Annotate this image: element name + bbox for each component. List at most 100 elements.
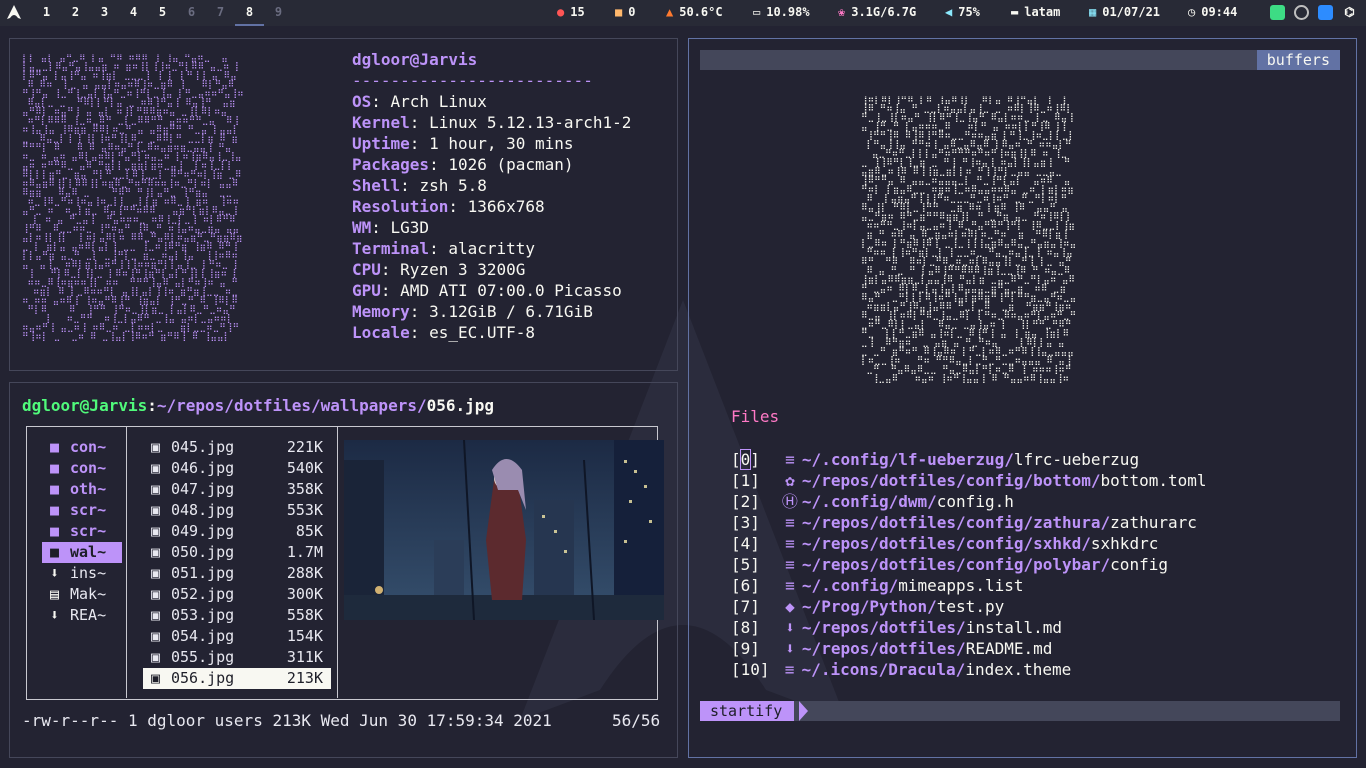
mru-item[interactable]: [6] ≡ ~/.config/mimeapps.list (731, 575, 1023, 596)
mru-path: ~/.config/dwm/ (801, 492, 937, 511)
lf-parent-item[interactable]: ▤ Mak~ (42, 584, 122, 605)
lf-file-row[interactable]: ▣ 053.jpg 558K (143, 605, 331, 626)
lf-parent-item[interactable]: ■ con~ (42, 458, 122, 479)
mru-filename: README.md (965, 639, 1053, 658)
neofetch-line: GPU: AMD ATI 07:00.0 Picasso (352, 281, 622, 300)
mru-path: ~/.config/lf-ueberzug/ (801, 450, 1014, 469)
workspace-6[interactable]: 6 (177, 5, 206, 19)
lf-parent-item[interactable]: ■ oth~ (42, 479, 122, 500)
neofetch-key: Locale (352, 323, 410, 342)
android-icon[interactable] (1270, 5, 1285, 20)
aur-count: 0 (628, 5, 636, 19)
lf-parent-item[interactable]: ■ scr~ (42, 500, 122, 521)
neofetch-user: dgloor@Jarvis (352, 50, 478, 69)
lf-file-row[interactable]: ▣ 046.jpg 540K (143, 458, 331, 479)
lf-parent-item[interactable]: ■ wal~ (42, 542, 122, 563)
workspace-3[interactable]: 3 (90, 5, 119, 19)
buffers-tab[interactable]: buffers (1256, 50, 1340, 70)
lf-parent-item[interactable]: ■ con~ (42, 437, 122, 458)
mru-item[interactable]: [7] ◆ ~/Prog/Python/test.py (731, 596, 1004, 617)
mru-index: 7 (740, 597, 751, 616)
lf-parent-name: scr~ (70, 522, 107, 540)
nvim-statusline: startify (700, 701, 1340, 721)
lf-file-row[interactable]: ▣ 047.jpg 358K (143, 479, 331, 500)
lf-file-size: 358K (286, 480, 323, 498)
lf-file-row[interactable]: ▣ 054.jpg 154K (143, 626, 331, 647)
clock-module[interactable]: ◷ 09:44 (1188, 5, 1237, 19)
lf-parent-item[interactable]: ⬇ REA~ (42, 605, 122, 626)
lf-file-row[interactable]: ▣ 056.jpg 213K (143, 668, 331, 689)
lf-parent-item[interactable]: ■ scr~ (42, 521, 122, 542)
workspace-4[interactable]: 4 (119, 5, 148, 19)
folder-icon: ■ (50, 438, 60, 456)
lf-file-row[interactable]: ▣ 052.jpg 300K (143, 584, 331, 605)
mru-bracket-close: ] (750, 471, 760, 490)
mru-item[interactable]: [3] ≡ ~/repos/dotfiles/config/zathura/zath… (731, 512, 1197, 533)
lf-file-row[interactable]: ▣ 055.jpg 311K (143, 647, 331, 668)
neofetch-colon: : (429, 239, 449, 258)
updates-module[interactable]: ● 15 (557, 5, 585, 19)
mru-item[interactable]: [4] ≡ ~/repos/dotfiles/config/sxhkd/sxhkdr… (731, 533, 1158, 554)
mru-item[interactable]: [1] ✿ ~/repos/dotfiles/config/bottom/botto… (731, 470, 1207, 491)
workspace-2[interactable]: 2 (61, 5, 90, 19)
keyboard-layout: latam (1024, 5, 1061, 19)
date-module[interactable]: ▦ 01/07/21 (1089, 5, 1160, 19)
neofetch-colon: : (409, 113, 430, 132)
workspace-8[interactable]: 8 (235, 5, 264, 26)
workspace-1[interactable]: 1 (32, 5, 61, 19)
zoom-icon[interactable] (1318, 5, 1333, 20)
mru-bracket-close: ] (750, 513, 760, 532)
image-icon: ▣ (151, 480, 161, 498)
updates-count: 15 (570, 5, 585, 19)
mru-index: 9 (740, 639, 751, 658)
lf-file-row[interactable]: ▣ 050.jpg 1.7M (143, 542, 331, 563)
brain-icon: ❀ (838, 5, 846, 19)
python-icon: ◆ (785, 597, 795, 616)
lf-sep: : (147, 396, 157, 415)
mru-bracket-open: [ (731, 639, 741, 658)
image-icon: ▣ (151, 459, 161, 477)
workspace-7[interactable]: 7 (206, 5, 235, 19)
aur-module[interactable]: ■ 0 (615, 5, 635, 19)
mru-bracket-open: [ (731, 597, 741, 616)
mru-bracket-close: ] (759, 660, 770, 679)
mru-item[interactable]: [2] Ⓗ ~/.config/dwm/config.h (731, 491, 1014, 512)
lf-parent-item[interactable]: ⬇ ins~ (42, 563, 122, 584)
mru-item[interactable]: [5] ≡ ~/repos/dotfiles/config/polybar/conf… (731, 554, 1168, 575)
lf-divider-2 (337, 426, 339, 698)
lf-file-row[interactable]: ▣ 045.jpg 221K (143, 437, 331, 458)
neofetch-line: Shell: zsh 5.8 (352, 176, 487, 195)
mru-filename: config (1110, 555, 1168, 574)
neofetch-colon: : (380, 260, 401, 279)
lf-file-row[interactable]: ▣ 051.jpg 288K (143, 563, 331, 584)
whatsapp-icon[interactable] (1294, 5, 1309, 20)
image-icon: ▣ (151, 438, 161, 456)
mru-item[interactable]: [10] ≡ ~/.icons/Dracula/index.theme (731, 659, 1071, 680)
mru-item[interactable]: [8] ⬇ ~/repos/dotfiles/install.md (731, 617, 1062, 638)
arch-logo-icon[interactable] (7, 5, 21, 19)
lf-file-size: 1.7M (286, 543, 323, 561)
keyboard-module[interactable]: ▬ latam (1011, 5, 1060, 19)
neofetch-colon: : (371, 218, 391, 237)
lf-file-name: 048.jpg (171, 501, 235, 519)
mru-index: 6 (740, 576, 751, 595)
mru-item[interactable]: [9] ⬇ ~/repos/dotfiles/README.md (731, 638, 1052, 659)
neofetch-key: WM (352, 218, 372, 237)
lf-file-name: 045.jpg (171, 438, 235, 456)
network-icon[interactable]: ⌬ (1342, 5, 1357, 20)
workspace-5[interactable]: 5 (148, 5, 177, 19)
workspace-9[interactable]: 9 (264, 5, 293, 19)
lf-file-row[interactable]: ▣ 048.jpg 553K (143, 500, 331, 521)
mru-bracket-close: ] (750, 576, 760, 595)
speaker-icon: ◀ (945, 5, 953, 19)
mru-bracket-close: ] (750, 450, 760, 469)
lf-parent-name: Mak~ (70, 585, 107, 603)
mru-filename: lfrc-ueberzug (1013, 450, 1140, 469)
lf-parent-name: scr~ (70, 501, 107, 519)
neofetch-colon: : (409, 323, 430, 342)
mru-item[interactable]: [0] ≡ ~/.config/lf-ueberzug/lfrc-ueberzug (731, 449, 1139, 470)
tomato-icon: ● (557, 5, 565, 19)
volume-module[interactable]: ◀ 75% (945, 5, 980, 19)
lf-file-row[interactable]: ▣ 049.jpg 85K (143, 521, 331, 542)
temperature-value: 50.6°C (679, 5, 723, 19)
